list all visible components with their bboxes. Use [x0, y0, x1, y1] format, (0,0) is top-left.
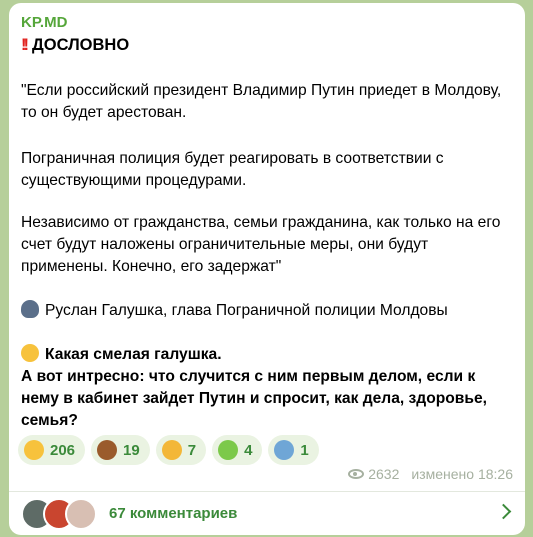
reaction-count: 7 — [187, 441, 197, 459]
reaction-count: 1 — [300, 441, 309, 459]
chevron-right-icon — [495, 503, 512, 520]
reaction-poo[interactable]: 19 — [91, 435, 150, 465]
reaction-count: 19 — [123, 441, 140, 459]
commenter-avatars — [21, 497, 101, 530]
reaction-count: 4 — [244, 441, 253, 459]
comments-label: 67 комментариев — [109, 505, 238, 522]
grinning-face-icon — [24, 440, 44, 460]
title-text: ДОСЛОВНО — [32, 36, 130, 54]
reaction-nauseated[interactable]: 4 — [212, 435, 263, 465]
screaming-face-icon — [274, 440, 295, 460]
reaction-thumbs-up[interactable]: 7 — [155, 435, 207, 465]
views-count: 2632 — [368, 466, 400, 482]
attribution-text: Руслан Галушка, глава Пограничной полици… — [45, 302, 448, 319]
message-meta: 2632 изменено 18:26 — [348, 466, 513, 482]
message-bubble: KP.MD !! ДОСЛОВНО "Если российский презид… — [9, 3, 525, 535]
pile-of-poo-icon — [97, 440, 118, 460]
avatar — [65, 497, 97, 530]
winking-face-icon — [21, 344, 39, 362]
nauseated-face-icon — [218, 440, 239, 460]
paragraph-3: Независимо от гражданства, семьи граждан… — [21, 214, 501, 275]
reaction-screaming[interactable]: 1 — [268, 435, 319, 465]
commentary: Какая смелая галушка. А вот интресно: чт… — [21, 344, 516, 432]
comments-button[interactable]: 67 комментариев — [9, 492, 525, 535]
speaking-head-icon — [21, 300, 39, 318]
paragraph-2: Пограничная полиция будет реагировать в … — [21, 150, 444, 189]
reactions-bar: 206 19 7 4 1 — [18, 435, 319, 465]
commentary-line-2: А вот интресно: что случится с ним первы… — [21, 368, 487, 429]
channel-name[interactable]: KP.MD — [21, 14, 67, 31]
message-title: !! ДОСЛОВНО — [21, 36, 129, 55]
thumbs-up-icon — [161, 440, 182, 460]
reaction-count: 206 — [50, 441, 76, 459]
double-exclamation-icon: !! — [21, 36, 29, 54]
attribution-line: Руслан Галушка, глава Пограничной полици… — [21, 300, 516, 322]
reaction-grinning[interactable]: 206 — [18, 435, 86, 465]
eye-icon — [348, 469, 365, 479]
edited-time: изменено 18:26 — [411, 466, 513, 482]
paragraph-1: "Если российский президент Владимир Пути… — [21, 82, 502, 121]
commentary-line-1: Какая смелая галушка. — [45, 346, 222, 363]
